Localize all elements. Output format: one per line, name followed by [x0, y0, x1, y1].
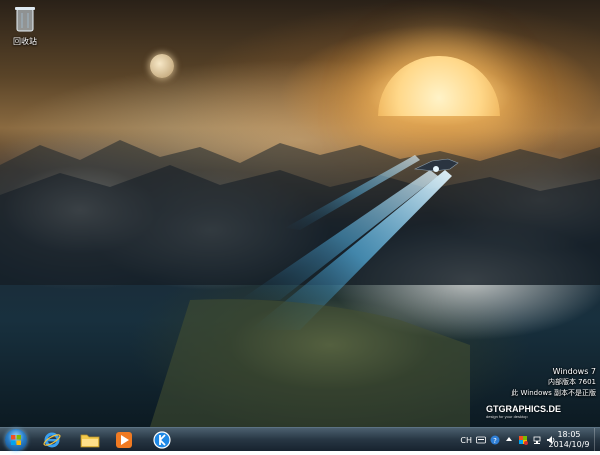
wallpaper-logo-title: GTGRAPHICS.DE — [486, 404, 562, 414]
build-number: 内部版本 7601 — [547, 378, 596, 386]
desktop-wallpaper: 回收站 Windows 7 内部版本 7601 此 Windows 副本不是正版… — [0, 0, 600, 427]
k-circle-icon — [153, 431, 171, 449]
genuine-notice: 此 Windows 副本不是正版 — [511, 389, 596, 397]
taskbar-media-player[interactable] — [110, 429, 138, 451]
taskbar: CH ? 18:05 2014/10/9 — [0, 427, 600, 452]
svg-text:?: ? — [493, 437, 497, 445]
taskbar-k-app[interactable] — [148, 429, 176, 451]
language-indicator[interactable]: CH — [460, 436, 472, 445]
taskbar-clock[interactable]: 18:05 2014/10/9 — [544, 430, 594, 450]
windows-start-orb-icon — [5, 429, 27, 451]
recycle-bin-icon — [15, 7, 35, 32]
help-icon[interactable]: ? — [490, 435, 500, 445]
taskbar-windows-explorer[interactable] — [76, 429, 104, 451]
wallpaper-logo: GTGRAPHICS.DE design for your desktop — [486, 404, 561, 419]
keyboard-icon[interactable] — [476, 435, 486, 445]
desktop-icon-label: 回收站 — [13, 37, 37, 46]
system-tray: CH ? — [460, 428, 556, 452]
spaceship — [413, 158, 459, 172]
wallpaper-logo-subtitle: design for your desktop — [486, 414, 528, 419]
arrow-icon[interactable] — [504, 435, 514, 445]
internet-explorer-icon — [43, 432, 61, 448]
os-name: Windows 7 — [552, 367, 596, 376]
windows-watermark: Windows 7 内部版本 7601 此 Windows 副本不是正版 — [511, 366, 596, 399]
taskbar-internet-explorer[interactable] — [38, 429, 66, 451]
light-beams — [150, 155, 470, 427]
folder-icon — [80, 434, 100, 448]
show-desktop-button[interactable] — [594, 428, 600, 452]
clock-date: 2014/10/9 — [548, 440, 590, 449]
start-button[interactable] — [3, 429, 29, 451]
clock-time: 18:05 — [557, 430, 581, 439]
desktop-icon-recycle-bin[interactable]: 回收站 — [4, 4, 46, 48]
media-player-icon — [116, 432, 132, 448]
flag-icon[interactable] — [518, 435, 528, 445]
network-icon[interactable] — [532, 435, 542, 445]
